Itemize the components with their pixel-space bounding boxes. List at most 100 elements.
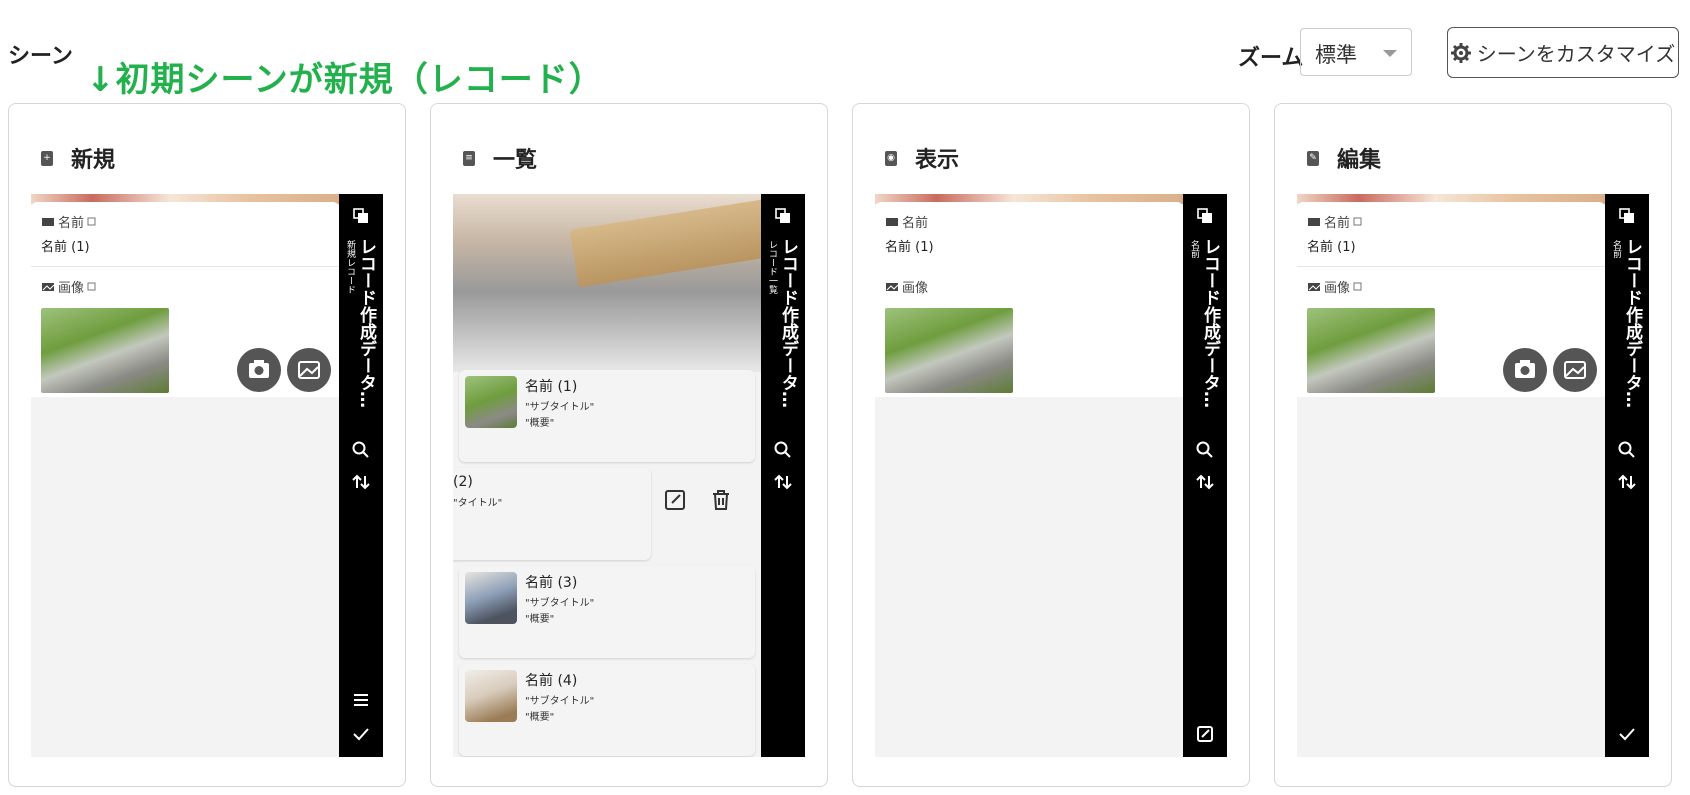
sort-icon[interactable] bbox=[1195, 472, 1215, 492]
camera-button[interactable] bbox=[1503, 348, 1547, 392]
scene-card-new[interactable]: + 新規 名前 名前 (1) 画像 レコード作成データ… 新規レコード bbox=[8, 103, 406, 787]
sidebar: レコード作成データ… 名前 bbox=[1183, 194, 1227, 757]
kitten-thumb bbox=[465, 670, 517, 722]
sidebar-subtitle: 名前 bbox=[1189, 240, 1199, 258]
sidebar: レコード作成データ… 新規レコード bbox=[339, 194, 383, 757]
phone-preview: 名前 名前 (1) 画像 レコード作成データ… 名前 bbox=[1297, 194, 1649, 757]
item-name: 名前 (1) bbox=[525, 379, 578, 395]
sidebar-subtitle: レコード一覧 bbox=[767, 240, 777, 294]
record-form: 名前 名前 (1) 画像 bbox=[1297, 202, 1605, 397]
gear-icon bbox=[1450, 42, 1471, 63]
copy-icon[interactable] bbox=[775, 208, 791, 224]
swipe-actions bbox=[663, 488, 759, 528]
sidebar-title: レコード作成データ… bbox=[356, 238, 376, 408]
header-photo bbox=[453, 194, 805, 372]
search-icon[interactable] bbox=[773, 440, 793, 460]
chevron-down-icon bbox=[1383, 50, 1397, 57]
item-name: (2) bbox=[453, 474, 473, 490]
list-item[interactable]: 名前 (1) "サブタイトル" "概要" bbox=[459, 370, 755, 462]
search-icon[interactable] bbox=[1617, 440, 1637, 460]
menu-icon[interactable] bbox=[351, 690, 371, 710]
image-field-icon bbox=[1308, 282, 1321, 291]
camera-icon bbox=[1515, 360, 1535, 378]
kitten-photo bbox=[41, 308, 169, 393]
scene-card-list[interactable]: ≡ 一覧 名前 (1) "サブタイトル" "概要" (2) "タイトル" 名前 … bbox=[430, 103, 828, 787]
scene-card-view[interactable]: ◉ 表示 名前 名前 (1) 画像 レコード作成データ… 名前 bbox=[852, 103, 1250, 787]
list-item[interactable]: 名前 (3) "サブタイトル" "概要" bbox=[459, 566, 755, 658]
image-icon bbox=[1564, 361, 1586, 379]
item-subtitle: "サブタイトル" bbox=[525, 598, 595, 609]
card-title: 編集 bbox=[1337, 148, 1382, 173]
field-label-name: 名前 bbox=[58, 216, 85, 231]
annotation-text: ↓初期シーンが新規（レコード） bbox=[86, 60, 604, 100]
kitten-thumb bbox=[465, 572, 517, 624]
customize-scene-button[interactable]: シーンをカスタマイズ bbox=[1447, 27, 1679, 78]
field-value-name[interactable]: 名前 (1) bbox=[1307, 236, 1356, 255]
list-item[interactable]: 名前 (4) "サブタイトル" "概要" bbox=[459, 664, 755, 756]
list-doc-icon: ≡ bbox=[463, 150, 475, 166]
image-field-icon bbox=[42, 282, 55, 291]
pencil-doc-icon: ✎ bbox=[1307, 150, 1319, 166]
edit-icon[interactable] bbox=[1195, 724, 1215, 744]
item-summary: "概要" bbox=[525, 418, 555, 429]
field-label-name: 名前 bbox=[902, 216, 929, 231]
record-form: 名前 名前 (1) 画像 bbox=[31, 202, 339, 397]
phone-preview: 名前 名前 (1) 画像 レコード作成データ… 新規レコード bbox=[31, 194, 383, 757]
text-field-icon bbox=[42, 217, 54, 226]
plus-doc-icon: + bbox=[41, 150, 53, 166]
sort-icon[interactable] bbox=[773, 472, 793, 492]
copy-icon[interactable] bbox=[353, 208, 369, 224]
text-field-icon bbox=[1308, 217, 1320, 226]
field-value-name: 名前 (1) bbox=[885, 240, 934, 255]
camera-icon bbox=[249, 360, 269, 378]
image-field-icon bbox=[886, 282, 899, 291]
copy-icon[interactable] bbox=[1619, 208, 1635, 224]
image-picker-button[interactable] bbox=[287, 348, 331, 392]
search-icon[interactable] bbox=[351, 440, 371, 460]
card-title: 表示 bbox=[915, 148, 960, 173]
kitten-photo bbox=[1307, 308, 1435, 393]
item-summary: "概要" bbox=[525, 712, 555, 723]
edit-badge-icon bbox=[1353, 217, 1362, 225]
field-label-image: 画像 bbox=[902, 281, 929, 296]
customize-scene-label: シーンをカスタマイズ bbox=[1476, 42, 1676, 66]
text-field-icon bbox=[886, 217, 898, 226]
copy-icon[interactable] bbox=[1197, 208, 1213, 224]
zoom-select[interactable]: 標準 bbox=[1300, 28, 1412, 76]
card-title: 一覧 bbox=[493, 148, 538, 173]
zoom-label: ズーム bbox=[1238, 46, 1304, 71]
sidebar-subtitle: 名前 bbox=[1611, 240, 1621, 258]
eye-doc-icon: ◉ bbox=[885, 150, 897, 166]
sidebar-title: レコード作成データ… bbox=[1200, 238, 1220, 408]
camera-button[interactable] bbox=[237, 348, 281, 392]
check-icon[interactable] bbox=[351, 724, 371, 744]
card-title: 新規 bbox=[71, 148, 116, 173]
sort-icon[interactable] bbox=[351, 472, 371, 492]
scene-card-edit[interactable]: ✎ 編集 名前 名前 (1) 画像 レコード作成データ… 名前 bbox=[1274, 103, 1672, 787]
zoom-select-value: 標準 bbox=[1315, 43, 1357, 67]
edit-badge-icon bbox=[87, 282, 96, 290]
list-item-swiped[interactable]: (2) "タイトル" bbox=[453, 468, 651, 560]
item-name: 名前 (4) bbox=[525, 673, 578, 689]
item-summary: "概要" bbox=[525, 614, 555, 625]
phone-preview: 名前 名前 (1) 画像 レコード作成データ… 名前 bbox=[875, 194, 1227, 757]
sort-icon[interactable] bbox=[1617, 472, 1637, 492]
edit-icon[interactable] bbox=[663, 488, 687, 512]
phone-preview: 名前 (1) "サブタイトル" "概要" (2) "タイトル" 名前 (3) "… bbox=[453, 194, 805, 757]
item-name: 名前 (3) bbox=[525, 575, 578, 591]
sidebar-title: レコード作成データ… bbox=[1622, 238, 1642, 408]
kitten-photo bbox=[885, 308, 1013, 393]
sidebar: レコード作成データ… 名前 bbox=[1605, 194, 1649, 757]
trash-icon[interactable] bbox=[709, 488, 733, 512]
check-icon[interactable] bbox=[1617, 724, 1637, 744]
edit-badge-icon bbox=[1353, 282, 1362, 290]
field-value-name[interactable]: 名前 (1) bbox=[41, 236, 90, 255]
field-label-name: 名前 bbox=[1324, 216, 1351, 231]
item-subtitle: "サブタイトル" bbox=[525, 696, 595, 707]
sidebar: レコード作成データ… レコード一覧 bbox=[761, 194, 805, 757]
field-label-image: 画像 bbox=[58, 281, 85, 296]
search-icon[interactable] bbox=[1195, 440, 1215, 460]
item-subtitle: "サブタイトル" bbox=[525, 402, 595, 413]
image-picker-button[interactable] bbox=[1553, 348, 1597, 392]
sidebar-title: レコード作成データ… bbox=[778, 238, 798, 408]
